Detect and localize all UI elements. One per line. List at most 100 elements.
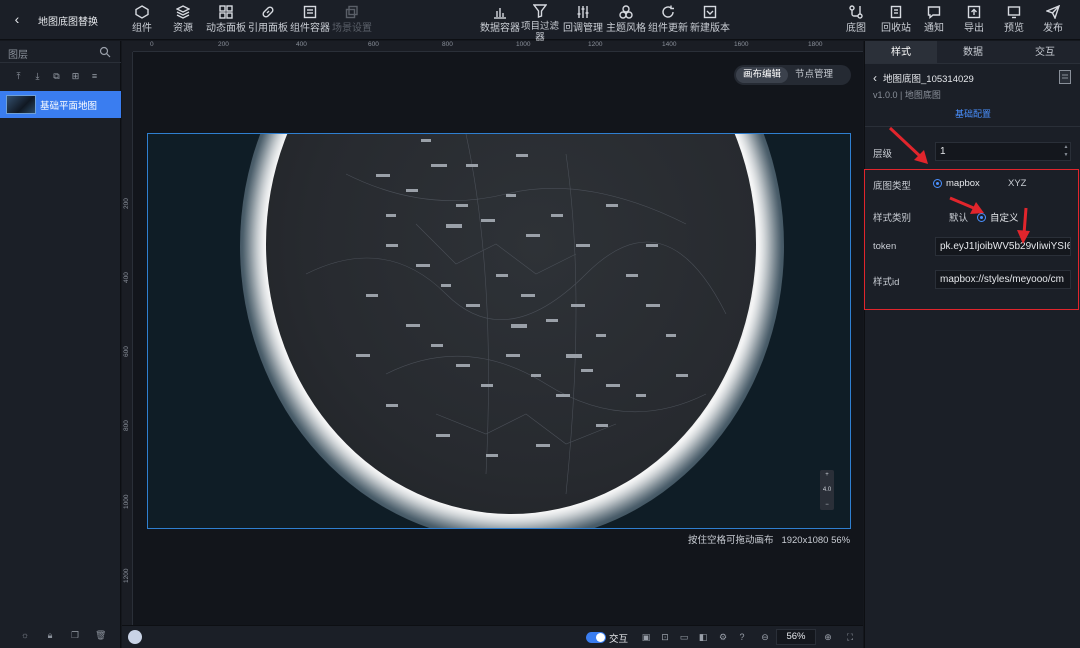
document-icon[interactable]: [1058, 69, 1072, 85]
style-id-label: 样式id: [873, 277, 900, 288]
tool-data-container-button[interactable]: 数据容器: [480, 4, 520, 38]
avatar[interactable]: [128, 630, 142, 644]
zoom-out-icon[interactable]: ⊖: [759, 631, 771, 643]
zoom-level-input[interactable]: 56%: [776, 629, 816, 645]
map-zoom-out-icon[interactable]: −: [825, 502, 829, 508]
fit-screen-icon[interactable]: ⛶: [844, 631, 856, 643]
layer-item[interactable]: 基础平面地图: [0, 91, 121, 118]
token-input[interactable]: pk.eyJ1IjoibWV5b29vIiwiYSI6: [935, 237, 1071, 256]
bulb-icon[interactable]: ☼: [20, 630, 30, 640]
radio-dot: [977, 212, 986, 222]
send-icon: [1045, 4, 1061, 20]
radio-custom[interactable]: 自定义: [977, 210, 1019, 224]
radio-xyz[interactable]: XYZ: [1008, 178, 1026, 189]
tool-publish-button[interactable]: 发布: [1043, 4, 1063, 38]
chevron-left-icon[interactable]: ‹: [873, 71, 877, 85]
ruler-tick: 1000: [516, 41, 531, 48]
tool-preview-button[interactable]: 预览: [1004, 4, 1024, 38]
radio-default[interactable]: 默认: [949, 210, 968, 224]
tool-filter-button[interactable]: 项目过滤器: [520, 4, 560, 43]
level-input[interactable]: 1 ▲ ▼: [935, 142, 1071, 161]
tab-interact[interactable]: 交互: [1009, 41, 1080, 63]
align-icon[interactable]: ≡: [90, 71, 99, 81]
ruler-tick: 1200: [588, 41, 603, 48]
interact-toggle[interactable]: [586, 632, 606, 643]
search-icon[interactable]: [99, 46, 111, 58]
delete-icon[interactable]: 🗑︎: [95, 630, 106, 640]
lock-icon[interactable]: 🔒︎: [45, 630, 55, 640]
tool-update-button[interactable]: 组件更新: [648, 4, 688, 38]
ruler-tick: 400: [123, 272, 130, 283]
radio-xyz-label: XYZ: [1008, 178, 1027, 189]
map-zoom-in-icon[interactable]: +: [825, 472, 829, 478]
radio-mapbox[interactable]: mapbox: [933, 178, 980, 189]
copy-icon: [344, 4, 360, 20]
property-tabs: 样式 数据 交互: [865, 41, 1080, 64]
tool-callback-button[interactable]: 回调管理: [563, 4, 603, 38]
ruler-tick: 1400: [662, 41, 677, 48]
component-icon: [134, 4, 150, 20]
vertical-ruler[interactable]: 200 400 600 800 1000 1200: [122, 41, 133, 625]
screen-icon[interactable]: ⊡: [659, 631, 671, 643]
back-icon[interactable]: ‹: [8, 10, 26, 28]
canvas-mode-toggle: 画布编辑 节点管理: [734, 65, 851, 85]
map-stage[interactable]: + 4.0 −: [147, 133, 851, 529]
ruler-tick: 200: [218, 41, 229, 48]
tool-component-button[interactable]: 组件: [132, 4, 152, 38]
ruler-tick: 0: [150, 41, 154, 48]
tab-style[interactable]: 样式: [865, 41, 937, 63]
style-id-input[interactable]: mapbox://styles/meyooo/cm: [935, 270, 1071, 289]
mode-canvas-edit-tab[interactable]: 画布编辑: [736, 67, 789, 83]
layers-icon: [175, 4, 191, 20]
tool-basemap-button[interactable]: 底图: [846, 4, 866, 38]
layer-search[interactable]: 图层: [0, 41, 121, 63]
radio-custom-label: 自定义: [990, 213, 1019, 224]
tool-container-button[interactable]: 组件容器: [290, 4, 330, 38]
level-stepper[interactable]: ▲ ▼: [1062, 143, 1070, 160]
ungroup-icon[interactable]: ⊞: [71, 71, 80, 81]
component-name: 地图底图_105314029: [883, 74, 974, 85]
panel-icon[interactable]: ◧: [697, 631, 709, 643]
tool-theme-button[interactable]: 主题风格: [606, 4, 646, 38]
tool-dynamic-panel-button[interactable]: 动态面板: [206, 4, 246, 38]
layer-item-label: 基础平面地图: [40, 100, 98, 112]
horizontal-ruler[interactable]: 0 200 400 600 800 1000 1200 1400 1600 18…: [122, 41, 863, 52]
eye-icon[interactable]: [122, 41, 133, 52]
tool-ref-panel-button[interactable]: 引用面板: [248, 4, 288, 38]
component-version: v1.0.0 | 地图底图: [873, 90, 941, 100]
section-basic-config[interactable]: 基础配置: [865, 107, 1080, 127]
level-value: 1: [940, 146, 946, 157]
layer-tools: ⤒ ⤓ ⧉ ⊞ ≡: [14, 71, 99, 81]
mode-node-manage-tab[interactable]: 节点管理: [788, 67, 840, 83]
canvas-area[interactable]: 0 200 400 600 800 1000 1200 1400 1600 18…: [122, 41, 863, 625]
page-title: 地图底图替换: [38, 17, 98, 28]
ruler-tick: 800: [123, 420, 130, 431]
refresh-icon: [660, 4, 676, 20]
tab-data[interactable]: 数据: [937, 41, 1009, 63]
settings-icon[interactable]: ⚙: [717, 631, 729, 643]
zoom-in-icon[interactable]: ⊕: [822, 631, 834, 643]
tool-notify-button[interactable]: 通知: [924, 4, 944, 38]
filter-icon: [532, 4, 548, 18]
map-zoom-control[interactable]: + 4.0 −: [820, 470, 834, 510]
sliders-icon: [575, 4, 591, 20]
ruler-tick: 1200: [123, 568, 130, 583]
image-icon[interactable]: ▣: [640, 631, 652, 643]
new-version-icon: [702, 4, 718, 20]
canvas-hint: 按住空格可拖动画布 1920x1080 56%: [688, 532, 850, 546]
help-icon[interactable]: ?: [736, 631, 748, 643]
move-top-icon[interactable]: ⤒: [14, 71, 23, 81]
export-icon: [966, 4, 982, 20]
basemap-icon: [848, 4, 864, 20]
move-bottom-icon[interactable]: ⤓: [33, 71, 42, 81]
tool-resource-button[interactable]: 资源: [173, 4, 193, 38]
tool-scene-settings-button[interactable]: 场景设置: [332, 4, 372, 38]
property-panel: 样式 数据 交互 ‹ 地图底图_105314029 v1.0.0 | 地图底图 …: [864, 41, 1080, 648]
component-breadcrumb: ‹ 地图底图_105314029: [873, 71, 974, 85]
tool-export-button[interactable]: 导出: [964, 4, 984, 38]
tool-new-version-button[interactable]: 新建版本: [690, 4, 730, 38]
group-icon[interactable]: ⧉: [52, 71, 61, 81]
copy-icon[interactable]: ❐: [70, 630, 80, 640]
tool-recycle-button[interactable]: 回收站: [881, 4, 911, 38]
monitor-icon[interactable]: ▭: [678, 631, 690, 643]
